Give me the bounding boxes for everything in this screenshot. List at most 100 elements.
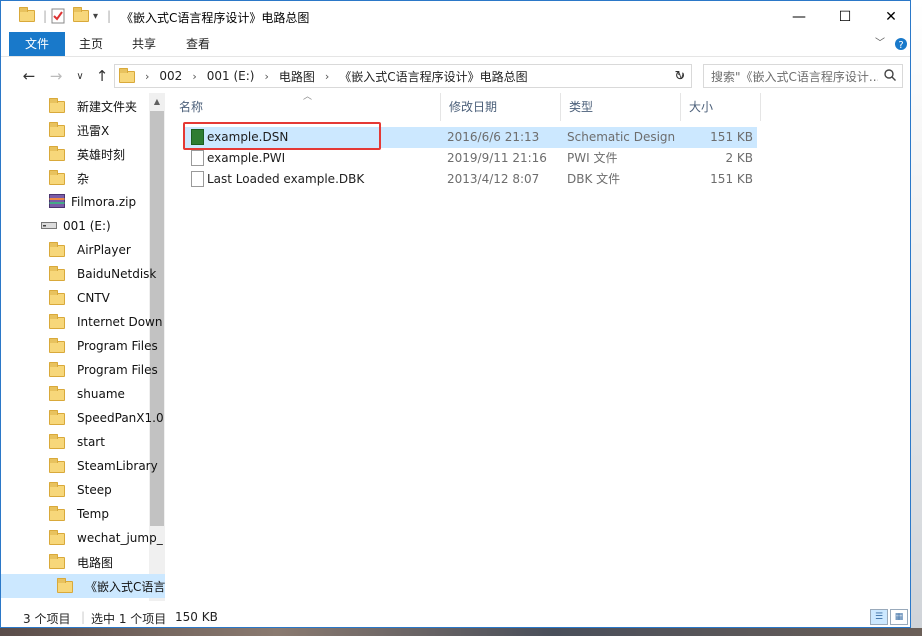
- breadcrumb-item[interactable]: 002: [153, 69, 188, 83]
- nav-item[interactable]: 杂: [1, 166, 165, 190]
- folder-icon: [57, 577, 79, 596]
- nav-item-label: shuame: [77, 387, 125, 401]
- nav-item[interactable]: Program Files: [1, 334, 165, 358]
- folder-icon: [49, 241, 71, 260]
- file-type: Schematic Design: [567, 130, 676, 144]
- properties-icon[interactable]: [51, 7, 65, 25]
- new-folder-icon[interactable]: [73, 7, 89, 25]
- column-header-name[interactable]: 名称: [171, 93, 441, 121]
- folder-icon: [49, 121, 71, 140]
- close-button[interactable]: ✕: [868, 1, 910, 32]
- tab-home[interactable]: 主页: [69, 32, 113, 56]
- breadcrumb-item[interactable]: 电路图: [273, 68, 321, 85]
- folder-icon: [49, 553, 71, 572]
- maximize-button[interactable]: ☐: [822, 1, 868, 32]
- nav-item[interactable]: BaiduNetdisk: [1, 262, 165, 286]
- folder-icon: [49, 529, 71, 548]
- folder-icon: [49, 145, 71, 164]
- column-header-date[interactable]: 修改日期: [441, 93, 561, 121]
- breadcrumb-item[interactable]: 001 (E:): [201, 69, 261, 83]
- nav-item-label: 英雄时刻: [77, 147, 126, 162]
- column-header-type[interactable]: 类型: [561, 93, 681, 121]
- help-icon[interactable]: ?: [893, 32, 909, 56]
- nav-item-label: Temp: [77, 507, 109, 521]
- selected-size: 150 KB: [175, 610, 218, 624]
- selection-highlight-box: [183, 122, 381, 150]
- file-size: 2 KB: [725, 151, 753, 165]
- nav-item[interactable]: AirPlayer: [1, 238, 165, 262]
- window-title: 《嵌入式C语言程序设计》电路总图: [121, 11, 310, 25]
- nav-item[interactable]: shuame: [1, 382, 165, 406]
- nav-item-label: SteamLibrary: [77, 459, 158, 473]
- folder-icon: [49, 505, 71, 524]
- folder-icon: [49, 481, 71, 500]
- file-date: 2016/6/6 21:13: [447, 130, 540, 144]
- folder-icon: [49, 361, 71, 380]
- address-bar[interactable]: › 002 › 001 (E:) › 电路图 › 《嵌入式C语言程序设计》电路总…: [114, 64, 692, 88]
- file-size: 151 KB: [710, 172, 753, 186]
- selected-count: 选中 1 个项目: [91, 612, 167, 626]
- nav-item-label: 电路图: [77, 555, 114, 570]
- folder-icon: [49, 97, 71, 116]
- nav-item-label: Filmora.zip: [71, 195, 137, 209]
- file-list: ︿ 名称 修改日期 类型 大小 example.DSN 2016/6/6 21:…: [171, 92, 906, 601]
- nav-item[interactable]: Temp: [1, 502, 165, 526]
- file-date: 2019/9/11 21:16: [447, 151, 547, 165]
- tab-file[interactable]: 文件: [9, 32, 65, 56]
- customize-toolbar-icon[interactable]: ▾: [93, 7, 98, 25]
- file-type: DBK 文件: [567, 172, 621, 186]
- refresh-icon[interactable]: ↻: [669, 65, 691, 87]
- nav-item[interactable]: 迅雷X: [1, 118, 165, 142]
- recent-locations-chevron-icon[interactable]: ∨: [69, 65, 91, 87]
- nav-item[interactable]: Filmora.zip: [1, 190, 165, 214]
- folder-icon: [49, 169, 71, 188]
- nav-item[interactable]: Program Files: [1, 358, 165, 382]
- zip-archive-icon: [49, 193, 65, 211]
- minimize-button[interactable]: —: [776, 1, 822, 32]
- nav-item-label: Program Files: [77, 363, 158, 377]
- nav-item[interactable]: 英雄时刻: [1, 142, 165, 166]
- large-icons-view-icon[interactable]: ▦: [890, 609, 908, 625]
- search-box[interactable]: 搜索"《嵌入式C语言程序设计...: [703, 64, 903, 88]
- breadcrumb-item[interactable]: 《嵌入式C语言程序设计》电路总图: [333, 68, 533, 85]
- search-icon[interactable]: [878, 68, 902, 84]
- file-row[interactable]: example.PWI 2019/9/11 21:16 PWI 文件 2 KB: [185, 148, 757, 169]
- nav-item[interactable]: SteamLibrary: [1, 454, 165, 478]
- column-header-size[interactable]: 大小: [681, 93, 761, 121]
- nav-item[interactable]: wechat_jump_: [1, 526, 165, 550]
- up-arrow-icon[interactable]: ↑: [91, 65, 113, 87]
- forward-arrow-icon[interactable]: →: [45, 65, 67, 87]
- nav-item-label: 杂: [77, 171, 90, 186]
- nav-item[interactable]: Internet Down: [1, 310, 165, 334]
- nav-item-label: Program Files: [77, 339, 158, 353]
- folder-icon: [49, 289, 71, 308]
- nav-item-label: BaiduNetdisk: [77, 267, 157, 281]
- nav-item[interactable]: CNTV: [1, 286, 165, 310]
- nav-item-label: 新建文件夹: [77, 99, 138, 114]
- nav-item-label: wechat_jump_: [77, 531, 163, 545]
- nav-item[interactable]: 001 (E:): [1, 214, 165, 238]
- nav-item-label: 迅雷X: [77, 123, 110, 138]
- nav-item[interactable]: 新建文件夹: [1, 94, 165, 118]
- file-row[interactable]: Last Loaded example.DBK 2013/4/12 8:07 D…: [185, 169, 757, 190]
- nav-item[interactable]: 电路图: [1, 550, 165, 574]
- tab-share[interactable]: 共享: [121, 32, 167, 56]
- tab-view[interactable]: 查看: [175, 32, 221, 56]
- title-bar: | ▾ | 《嵌入式C语言程序设计》电路总图 — ☐ ✕: [1, 1, 910, 32]
- details-view-icon[interactable]: ☰: [870, 609, 888, 625]
- nav-item-label: CNTV: [77, 291, 110, 305]
- nav-item[interactable]: Steep: [1, 478, 165, 502]
- nav-item-label: AirPlayer: [77, 243, 131, 257]
- back-arrow-icon[interactable]: ←: [18, 65, 40, 87]
- nav-item[interactable]: SpeedPanX1.0: [1, 406, 165, 430]
- folder-icon: [49, 313, 71, 332]
- chevron-down-icon[interactable]: ﹀: [873, 32, 887, 56]
- nav-item[interactable]: 《嵌入式C语言: [1, 574, 165, 598]
- nav-item-label: start: [77, 435, 105, 449]
- file-type: PWI 文件: [567, 151, 618, 165]
- folder-icon: [49, 433, 71, 452]
- nav-item[interactable]: start: [1, 430, 165, 454]
- folder-icon: [49, 265, 71, 284]
- navigation-pane: ▲ 新建文件夹 迅雷X 英雄时刻杂 Filmora.zip 001 (E:) AirPla…: [1, 93, 165, 601]
- blank-file-icon: [191, 171, 204, 187]
